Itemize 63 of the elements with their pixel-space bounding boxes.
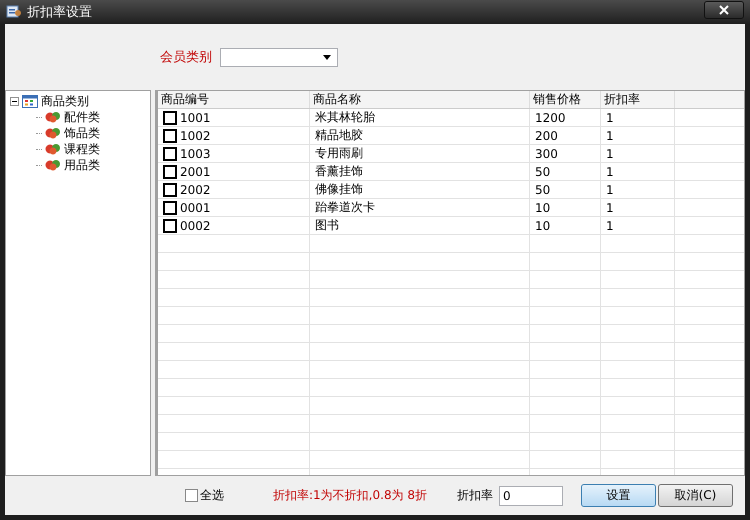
table-icon bbox=[22, 94, 38, 108]
cancel-button[interactable]: 取消(C) bbox=[658, 484, 733, 507]
discount-rate-label: 折扣率 bbox=[457, 487, 493, 504]
table-cell: 1 bbox=[606, 200, 614, 214]
table-cell: 1 bbox=[606, 110, 614, 124]
close-button[interactable] bbox=[704, 1, 744, 19]
table-cell: 2001 bbox=[180, 164, 211, 178]
table-cell: 香薰挂饰 bbox=[315, 163, 363, 180]
table-cell: 50 bbox=[535, 182, 550, 196]
member-type-label: 会员类别 bbox=[160, 49, 212, 66]
close-icon bbox=[719, 5, 729, 15]
tree-item[interactable]: 商品类别 bbox=[41, 92, 89, 110]
table-cell: 2002 bbox=[180, 182, 211, 196]
tree-item[interactable]: 配件类 bbox=[64, 108, 100, 126]
column-header[interactable]: 销售价格 bbox=[530, 91, 601, 108]
table-cell: 1 bbox=[606, 182, 614, 196]
table-cell: 50 bbox=[535, 164, 550, 178]
table-cell: 1 bbox=[606, 218, 614, 232]
table-cell: 10 bbox=[535, 200, 550, 214]
tree-item[interactable]: 课程类 bbox=[64, 140, 100, 158]
set-button[interactable]: 设置 bbox=[581, 484, 656, 507]
table-cell: 1 bbox=[606, 146, 614, 160]
app-icon bbox=[6, 4, 22, 20]
discount-rate-input[interactable]: 0 bbox=[499, 486, 563, 506]
table-cell: 跆拳道次卡 bbox=[315, 199, 375, 216]
column-header[interactable]: 商品名称 bbox=[310, 91, 530, 108]
caret-icon bbox=[323, 54, 331, 60]
collapse-toggle[interactable] bbox=[10, 96, 19, 106]
discount-hint: 折扣率:1为不折扣,0.8为 8折 bbox=[273, 487, 428, 504]
table-cell: 佛像挂饰 bbox=[315, 181, 363, 198]
row-checkbox[interactable] bbox=[163, 110, 177, 124]
row-checkbox[interactable] bbox=[163, 164, 177, 178]
table-cell: 专用雨刷 bbox=[315, 145, 363, 162]
table-cell: 300 bbox=[535, 146, 558, 160]
row-checkbox[interactable] bbox=[163, 218, 177, 232]
gems-icon bbox=[45, 143, 61, 155]
select-all-checkbox[interactable] bbox=[185, 489, 198, 502]
tree-item[interactable]: 饰品类 bbox=[64, 124, 100, 142]
column-header[interactable]: 商品编号 bbox=[158, 91, 310, 108]
table-cell: 0001 bbox=[180, 200, 211, 214]
table-cell: 图书 bbox=[315, 217, 339, 234]
table-cell: 0002 bbox=[180, 218, 211, 232]
table-cell: 10 bbox=[535, 218, 550, 232]
table-cell: 1002 bbox=[180, 128, 211, 142]
table-cell: 1001 bbox=[180, 110, 211, 124]
row-checkbox[interactable] bbox=[163, 146, 177, 160]
column-header[interactable]: 折扣率 bbox=[601, 91, 675, 108]
table-cell: 1200 bbox=[535, 110, 566, 124]
select-all-label[interactable]: 全选 bbox=[200, 487, 224, 504]
tree-item[interactable]: 用品类 bbox=[64, 156, 100, 174]
row-checkbox[interactable] bbox=[163, 182, 177, 196]
row-checkbox[interactable] bbox=[163, 128, 177, 142]
table-cell: 1 bbox=[606, 128, 614, 142]
window-title: 折扣率设置 bbox=[27, 4, 93, 21]
table-cell: 精品地胶 bbox=[315, 127, 363, 144]
row-checkbox[interactable] bbox=[163, 200, 177, 214]
table-cell: 1 bbox=[606, 164, 614, 178]
table-cell: 1003 bbox=[180, 146, 211, 160]
gems-icon bbox=[45, 159, 61, 171]
gems-icon bbox=[45, 111, 61, 123]
table-cell: 米其林轮胎 bbox=[315, 109, 375, 126]
gems-icon bbox=[45, 127, 61, 139]
table-cell: 200 bbox=[535, 128, 558, 142]
